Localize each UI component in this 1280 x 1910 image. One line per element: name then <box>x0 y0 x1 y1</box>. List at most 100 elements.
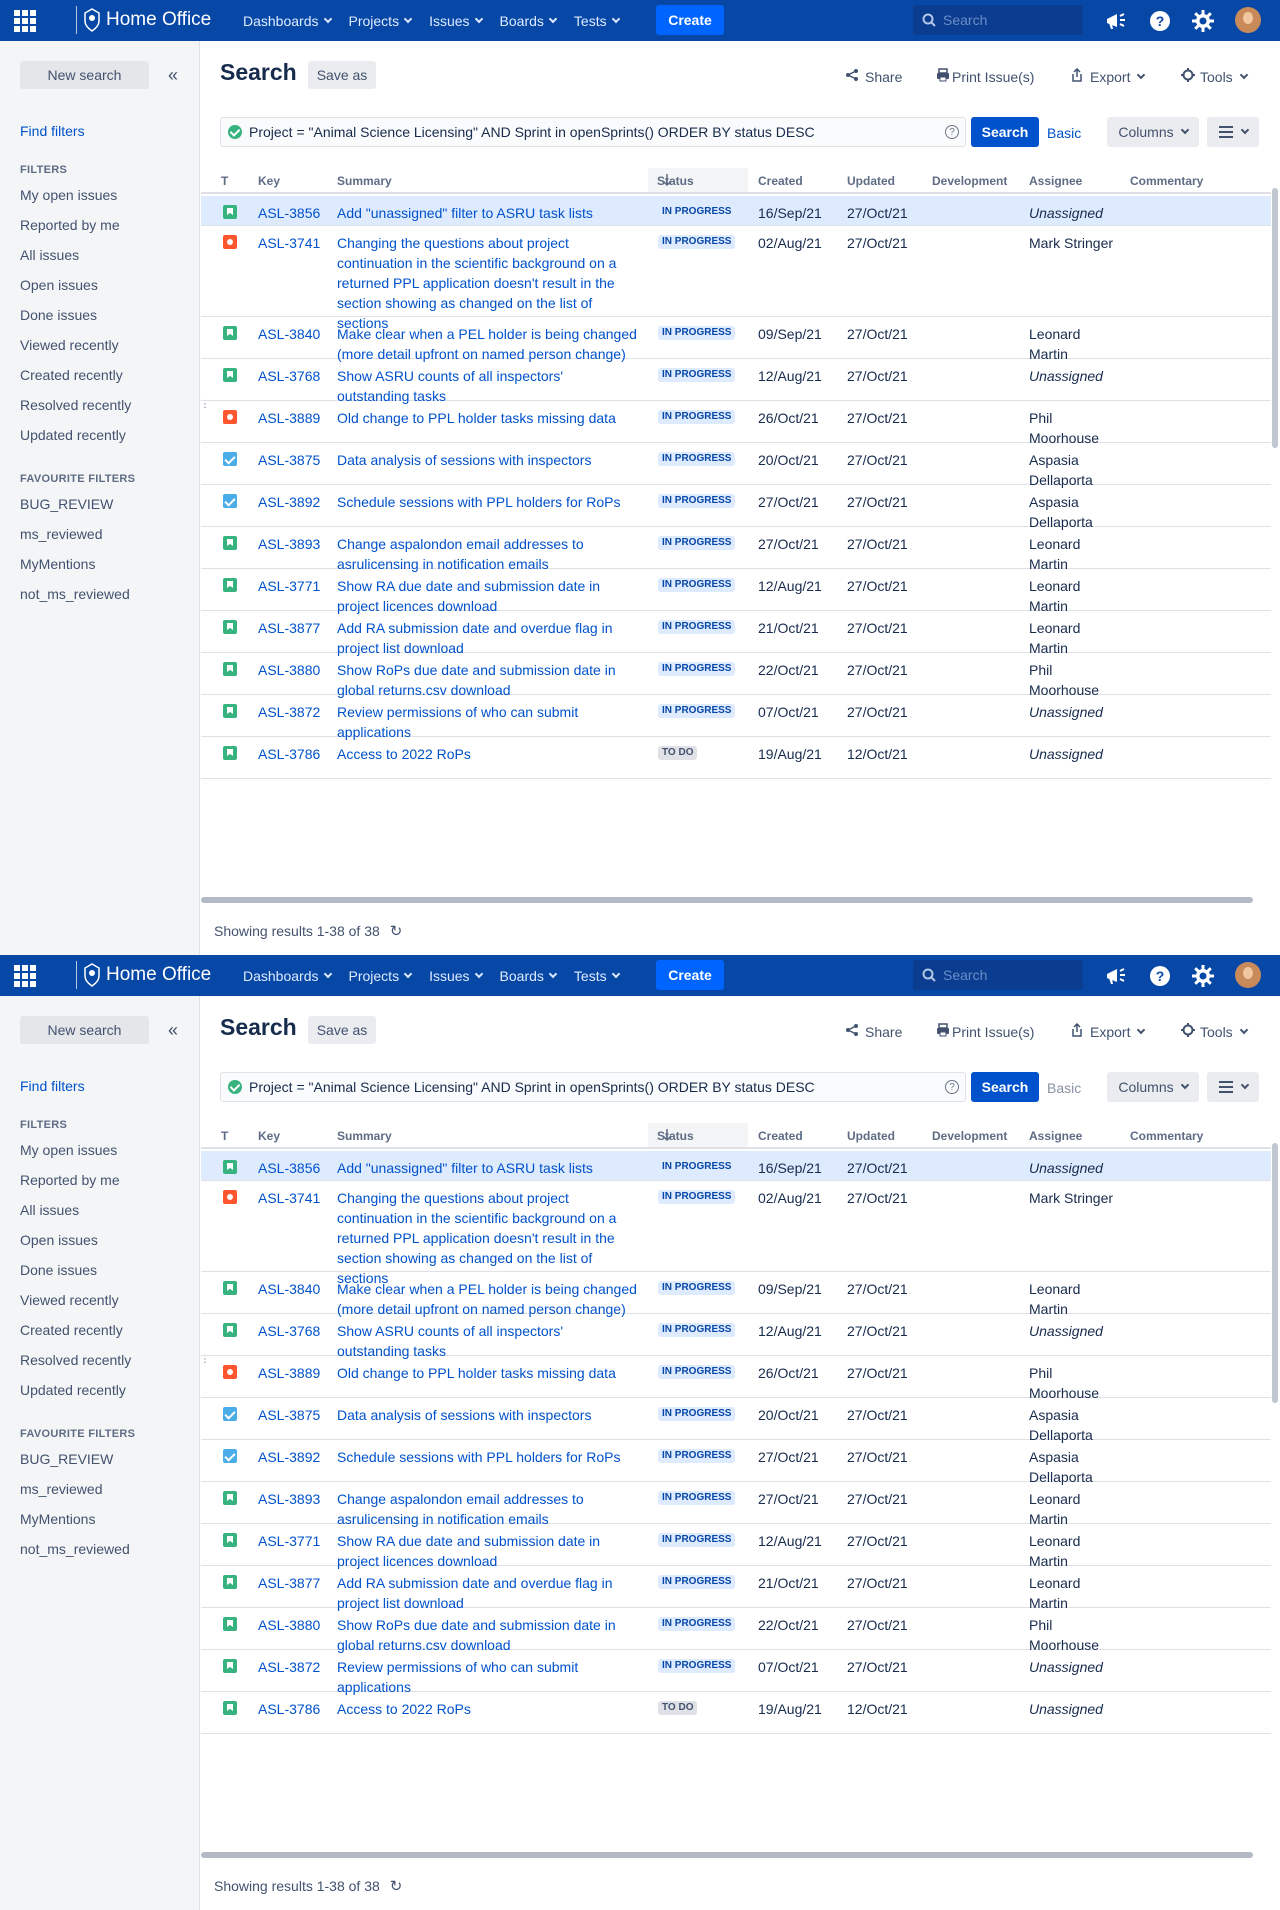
favourite-filter-ms-reviewed[interactable]: ms_reviewed <box>20 1481 102 1497</box>
table-row[interactable]: ASL-3893 Change aspalondon email addresse… <box>201 527 1271 572</box>
vertical-scrollbar[interactable] <box>1272 1143 1278 1403</box>
menu-boards[interactable]: Boards <box>500 968 558 984</box>
table-row[interactable]: ASL-3892 Schedule sessions with PPL holde… <box>201 1440 1271 1485</box>
issue-key-link[interactable]: ASL-3856 <box>258 203 320 223</box>
issue-summary-link[interactable]: Review permissions of who can submit app… <box>337 702 637 742</box>
jql-query-input[interactable]: Project = "Animal Science Licensing" AND… <box>220 1072 966 1102</box>
table-row[interactable]: ASL-3893 Change aspalondon email addresse… <box>201 1482 1271 1527</box>
share-button[interactable]: Share <box>845 1023 902 1040</box>
favourite-filter-bug-review[interactable]: BUG_REVIEW <box>20 1451 113 1467</box>
issue-key-link[interactable]: ASL-3771 <box>258 1531 320 1551</box>
column-header-summary[interactable]: Summary <box>337 174 392 188</box>
help-icon[interactable]: ? <box>1148 964 1172 988</box>
column-header-commentary[interactable]: Commentary <box>1130 1129 1203 1143</box>
column-header-assignee[interactable]: Assignee <box>1029 174 1082 188</box>
issue-summary-link[interactable]: Review permissions of who can submit app… <box>337 1657 637 1697</box>
issue-summary-link[interactable]: Show RA due date and submission date in … <box>337 576 637 616</box>
issue-summary-link[interactable]: Show ASRU counts of all inspectors' outs… <box>337 1321 637 1361</box>
menu-tests[interactable]: Tests <box>574 13 620 29</box>
issue-key-link[interactable]: ASL-3893 <box>258 534 320 554</box>
issue-summary-link[interactable]: Access to 2022 RoPs <box>337 744 637 764</box>
filter-resolved-recently[interactable]: Resolved recently <box>20 1352 131 1368</box>
find-filters-link[interactable]: Find filters <box>20 1078 85 1094</box>
collapse-sidebar-icon[interactable]: « <box>168 65 178 86</box>
filter-created-recently[interactable]: Created recently <box>20 367 123 383</box>
menu-issues[interactable]: Issues <box>429 13 483 29</box>
tools-button[interactable]: Tools <box>1181 1023 1248 1040</box>
columns-button[interactable]: Columns <box>1107 1072 1199 1102</box>
print-issues-button[interactable]: Print Issue(s) <box>936 68 1034 85</box>
issue-summary-link[interactable]: Change aspalondon email addresses to asr… <box>337 534 637 574</box>
filter-my-open-issues[interactable]: My open issues <box>20 1142 117 1158</box>
filter-reported-by-me[interactable]: Reported by me <box>20 1172 120 1188</box>
column-header-assignee[interactable]: Assignee <box>1029 1129 1082 1143</box>
table-row[interactable]: ASL-3840 Make clear when a PEL holder is … <box>201 1272 1271 1317</box>
columns-button[interactable]: Columns <box>1107 117 1199 147</box>
view-options-button[interactable] <box>1207 117 1259 147</box>
table-row[interactable]: ASL-3872 Review permissions of who can su… <box>201 695 1271 740</box>
issue-summary-link[interactable]: Old change to PPL holder tasks missing d… <box>337 1363 637 1383</box>
table-row[interactable]: ASL-3889 Old change to PPL holder tasks m… <box>201 401 1271 446</box>
column-header-development[interactable]: Development <box>932 1129 1007 1143</box>
issue-key-link[interactable]: ASL-3872 <box>258 702 320 722</box>
global-search-input[interactable]: Search <box>913 960 1083 990</box>
new-search-button[interactable]: New search <box>20 1016 149 1044</box>
filter-open-issues[interactable]: Open issues <box>20 1232 98 1248</box>
jql-query-input[interactable]: Project = "Animal Science Licensing" AND… <box>220 117 966 147</box>
table-row[interactable]: ASL-3872 Review permissions of who can su… <box>201 1650 1271 1695</box>
save-as-button[interactable]: Save as <box>308 1016 376 1044</box>
filter-done-issues[interactable]: Done issues <box>20 1262 97 1278</box>
filter-open-issues[interactable]: Open issues <box>20 277 98 293</box>
app-switcher-icon[interactable] <box>14 965 36 987</box>
issue-key-link[interactable]: ASL-3741 <box>258 1188 320 1208</box>
issue-key-link[interactable]: ASL-3872 <box>258 1657 320 1677</box>
column-header-status[interactable]: Status <box>648 168 748 192</box>
issue-summary-link[interactable]: Schedule sessions with PPL holders for R… <box>337 1447 637 1467</box>
filter-done-issues[interactable]: Done issues <box>20 307 97 323</box>
filter-reported-by-me[interactable]: Reported by me <box>20 217 120 233</box>
issue-summary-link[interactable]: Data analysis of sessions with inspector… <box>337 450 637 470</box>
table-row[interactable]: ASL-3786 Access to 2022 RoPs TO DO 19/Aug/2… <box>201 1692 1271 1734</box>
issue-summary-link[interactable]: Show RoPs due date and submission date i… <box>337 1615 637 1655</box>
home-office-logo[interactable]: Home Office <box>76 961 211 989</box>
issue-key-link[interactable]: ASL-3892 <box>258 492 320 512</box>
filter-my-open-issues[interactable]: My open issues <box>20 187 117 203</box>
home-office-logo[interactable]: Home Office <box>76 6 211 34</box>
issue-key-link[interactable]: ASL-3771 <box>258 576 320 596</box>
filter-updated-recently[interactable]: Updated recently <box>20 427 126 443</box>
issue-key-link[interactable]: ASL-3892 <box>258 1447 320 1467</box>
refresh-icon[interactable]: ↻ <box>390 1877 403 1895</box>
issue-summary-link[interactable]: Make clear when a PEL holder is being ch… <box>337 1279 637 1319</box>
menu-dashboards[interactable]: Dashboards <box>243 968 332 984</box>
search-button[interactable]: Search <box>971 1072 1039 1102</box>
table-row[interactable]: ASL-3741 Changing the questions about pro… <box>201 1181 1271 1286</box>
issue-key-link[interactable]: ASL-3768 <box>258 366 320 386</box>
favourite-filter-mymentions[interactable]: MyMentions <box>20 556 95 572</box>
horizontal-scrollbar[interactable] <box>201 1852 1253 1858</box>
column-header-commentary[interactable]: Commentary <box>1130 174 1203 188</box>
issue-key-link[interactable]: ASL-3877 <box>258 1573 320 1593</box>
favourite-filter-bug-review[interactable]: BUG_REVIEW <box>20 496 113 512</box>
table-row[interactable]: ASL-3875 Data analysis of sessions with i… <box>201 1398 1271 1443</box>
share-button[interactable]: Share <box>845 68 902 85</box>
new-search-button[interactable]: New search <box>20 61 149 89</box>
column-header-t[interactable]: T <box>221 174 228 188</box>
horizontal-scrollbar[interactable] <box>201 897 1253 903</box>
issue-key-link[interactable]: ASL-3840 <box>258 1279 320 1299</box>
table-row[interactable]: ASL-3880 Show RoPs due date and submissio… <box>201 653 1271 698</box>
column-header-t[interactable]: T <box>221 1129 228 1143</box>
settings-gear-icon[interactable] <box>1191 9 1215 33</box>
table-row[interactable]: ASL-3880 Show RoPs due date and submissio… <box>201 1608 1271 1653</box>
issue-key-link[interactable]: ASL-3889 <box>258 408 320 428</box>
column-header-updated[interactable]: Updated <box>847 174 895 188</box>
table-row[interactable]: ASL-3840 Make clear when a PEL holder is … <box>201 317 1271 362</box>
menu-projects[interactable]: Projects <box>349 13 413 29</box>
export-button[interactable]: Export <box>1070 67 1146 85</box>
settings-gear-icon[interactable] <box>1191 964 1215 988</box>
issue-key-link[interactable]: ASL-3856 <box>258 1158 320 1178</box>
column-header-key[interactable]: Key <box>258 174 280 188</box>
search-button[interactable]: Search <box>971 117 1039 147</box>
tools-button[interactable]: Tools <box>1181 68 1248 85</box>
issue-summary-link[interactable]: Make clear when a PEL holder is being ch… <box>337 324 637 364</box>
help-icon[interactable]: ? <box>1148 9 1172 33</box>
